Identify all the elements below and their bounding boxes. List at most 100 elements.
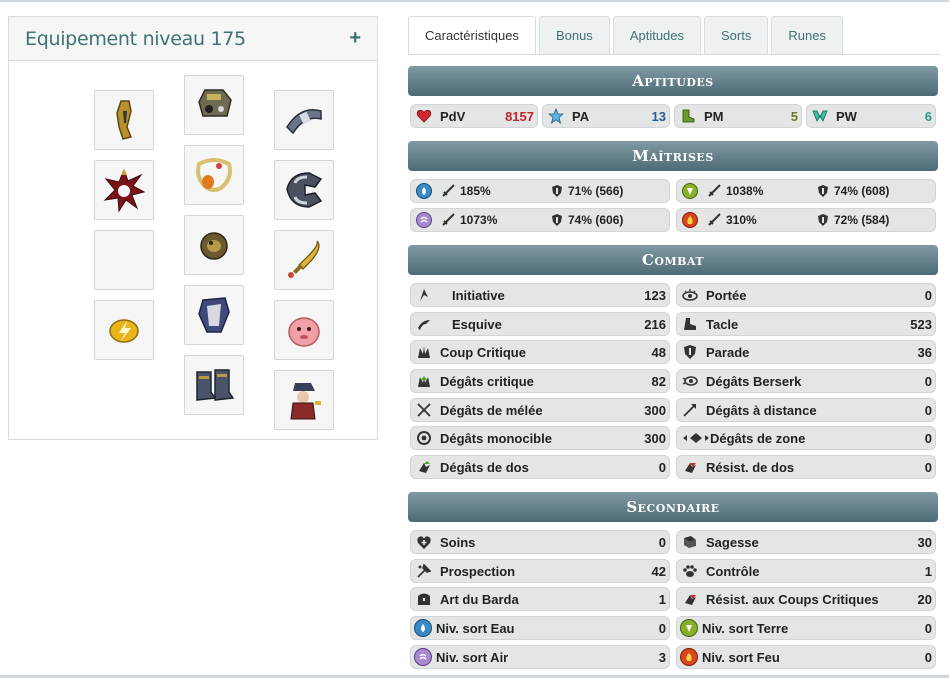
chest-icon	[416, 591, 432, 607]
mastery-value: 310%	[726, 213, 757, 227]
sword-icon	[706, 212, 722, 228]
equipment-slot-cape[interactable]	[184, 285, 244, 345]
tackle-icon	[682, 316, 698, 332]
helmet-icon	[198, 89, 232, 117]
stat-controle: Contrôle 1	[676, 559, 936, 583]
stat-degats-dos: Dégâts de dos 0	[410, 455, 670, 479]
stats-tabs: Caractéristiques Bonus Aptitudes Sorts R…	[408, 16, 843, 54]
tab-caracteristiques[interactable]: Caractéristiques	[408, 16, 536, 54]
stat-portee: Portée 0	[676, 283, 936, 307]
heal-icon	[416, 534, 432, 550]
stat-value: 216	[644, 316, 666, 332]
shield-icon	[550, 213, 564, 227]
stat-label: PdV	[440, 108, 466, 124]
amulet-icon	[116, 100, 133, 140]
earth-element-icon	[682, 183, 698, 199]
equipment-slot-pet[interactable]	[274, 300, 334, 360]
stat-value: 1	[924, 563, 932, 579]
stat-value: 0	[924, 430, 932, 446]
resistance-value: 74% (606)	[568, 213, 624, 227]
stat-label: Tacle	[706, 316, 739, 332]
equipment-header: Equipement niveau 175 +	[9, 17, 377, 61]
expand-plus-button[interactable]: +	[349, 27, 361, 50]
equipment-slot-helmet[interactable]	[184, 75, 244, 135]
stat-value: 1	[658, 591, 666, 607]
stat-value: 300	[644, 430, 666, 446]
character-icon	[290, 383, 321, 420]
back-resist-icon	[682, 459, 698, 475]
arrow-icon	[682, 402, 698, 418]
stat-value: 13	[651, 108, 666, 124]
eye-icon	[682, 287, 698, 303]
stat-label: Parade	[706, 344, 750, 360]
sword-icon	[440, 212, 456, 228]
stat-label: Résist. de dos	[706, 459, 795, 475]
shield-icon	[816, 184, 830, 198]
stat-value: 0	[924, 373, 932, 389]
water-element-icon	[414, 619, 432, 637]
sword-icon	[440, 183, 456, 199]
stat-coup-critique: Coup Critique 48	[410, 340, 670, 364]
stat-label: Niv. sort Terre	[702, 620, 789, 636]
tab-bonus[interactable]: Bonus	[538, 16, 610, 54]
stat-value: 0	[658, 459, 666, 475]
equipment-panel: Equipement niveau 175 +	[8, 16, 378, 440]
equipment-slot-costume[interactable]	[274, 370, 334, 430]
equipment-slot-belt[interactable]	[274, 90, 334, 150]
mastery-earth: 1038% 74% (608)	[676, 179, 936, 203]
stat-value: 0	[924, 402, 932, 418]
stat-degats-zone: Dégâts de zone 0	[676, 426, 936, 450]
water-element-icon	[416, 183, 432, 199]
stat-label: Dégâts de dos	[440, 459, 529, 475]
stat-value: 0	[924, 649, 932, 665]
equipment-slot-emblem[interactable]	[94, 160, 154, 220]
stat-value: 36	[917, 344, 932, 360]
equipment-slot-empty[interactable]	[94, 230, 154, 290]
equipment-slot-amulet[interactable]	[94, 90, 154, 150]
equipment-slot-mount[interactable]	[94, 300, 154, 360]
mastery-value: 1073%	[460, 213, 498, 227]
stat-value: 82	[651, 373, 666, 389]
earth-element-icon	[680, 619, 698, 637]
equipment-slot-shoulders[interactable]	[274, 160, 334, 220]
stat-value: 42	[651, 563, 666, 579]
shield-icon	[816, 213, 830, 227]
stat-pa: PA 13	[542, 104, 670, 128]
shield-icon	[682, 344, 698, 360]
stat-value: 3	[658, 649, 666, 665]
stat-prospection: Prospection 42	[410, 559, 670, 583]
stat-degats-berserk: Dégâts Berserk 0	[676, 369, 936, 393]
cape-icon	[198, 297, 230, 333]
lightning-icon	[109, 319, 139, 343]
pet-icon	[288, 317, 320, 347]
stat-value: 300	[644, 402, 666, 418]
stat-label: Résist. aux Coups Critiques	[706, 591, 879, 607]
shoulders-icon	[286, 172, 323, 208]
stat-label: Dégâts critique	[440, 373, 534, 389]
stat-value: 123	[644, 287, 666, 303]
fire-element-icon	[682, 212, 698, 228]
stat-niv-sort-air: Niv. sort Air 3	[410, 645, 670, 669]
equipment-title: Equipement niveau 175	[25, 27, 246, 50]
heart-icon	[416, 108, 432, 124]
prospection-icon	[416, 563, 432, 579]
stat-value: 0	[658, 534, 666, 550]
equipment-slot-boots[interactable]	[184, 355, 244, 415]
stat-value: 48	[651, 344, 666, 360]
tab-runes[interactable]: Runes	[771, 16, 843, 54]
stat-pdv: PdV 8157	[410, 104, 538, 128]
stat-label: PM	[704, 108, 724, 124]
equipment-slot-weapon[interactable]	[274, 230, 334, 290]
equipment-slot-necklace[interactable]	[184, 145, 244, 205]
air-element-icon	[416, 212, 432, 228]
stat-label: Niv. sort Air	[436, 649, 509, 665]
section-combat-header: Combat	[408, 245, 938, 275]
stat-value: 0	[924, 459, 932, 475]
tab-sorts[interactable]: Sorts	[704, 16, 769, 54]
equipment-slot-ring[interactable]	[184, 215, 244, 275]
stat-art-du-barda: Art du Barda 1	[410, 587, 670, 611]
stat-label: Portée	[706, 287, 747, 303]
tab-aptitudes[interactable]: Aptitudes	[612, 16, 702, 54]
stat-label: Soins	[440, 534, 476, 550]
stat-label: Dégâts à distance	[706, 402, 817, 418]
